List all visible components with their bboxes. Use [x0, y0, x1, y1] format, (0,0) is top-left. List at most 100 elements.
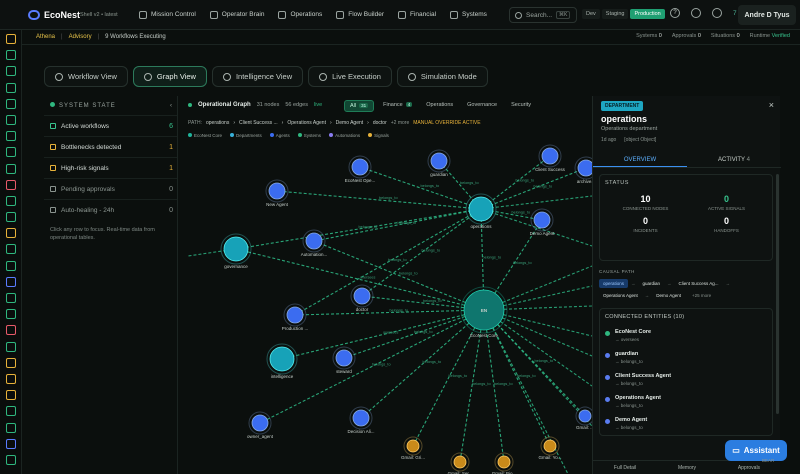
close-icon[interactable]: × [769, 100, 774, 110]
approvals-link[interactable]: Approvals [738, 465, 760, 471]
user-menu[interactable]: Andre D Tyus [738, 5, 796, 25]
rail-icon[interactable] [5, 438, 16, 449]
collapse-icon[interactable]: ‹ [170, 103, 173, 109]
filter-security[interactable]: Security [506, 100, 536, 112]
connected-entity[interactable]: guardian → belongs_to [605, 351, 767, 364]
tab-live-execution[interactable]: Live Execution [308, 66, 392, 87]
rail-icon[interactable] [5, 390, 16, 401]
graph-node-decision[interactable]: Decision Ali... [347, 406, 375, 434]
path-step[interactable]: Client Success ... [239, 120, 278, 126]
scrollbar[interactable] [776, 174, 779, 414]
system-state-row[interactable]: Pending approvals 0 [44, 178, 177, 199]
graph-node-owner[interactable]: owner_agent [247, 411, 274, 439]
graph-node-core[interactable]: EN EcoNest Core [460, 286, 508, 338]
rail-icon[interactable] [5, 98, 16, 109]
rail-icon[interactable] [5, 293, 16, 303]
graph-node-gmail4[interactable]: Gmail: Yo... [538, 436, 562, 460]
rail-icon[interactable] [5, 454, 16, 465]
filter-governance[interactable]: Governance [462, 100, 502, 112]
rail-icon[interactable] [5, 357, 16, 368]
tab-activity[interactable]: ACTIVITY 4 [687, 152, 781, 167]
graph-node-steward[interactable]: steward [332, 346, 356, 374]
search-box[interactable]: Search... ⌘K [509, 7, 577, 23]
graph-node-doctor[interactable]: doctor [350, 284, 374, 312]
theme-icon[interactable] [691, 8, 701, 18]
graph-node-production[interactable]: Production ... [282, 303, 309, 331]
rail-icon[interactable] [5, 422, 16, 433]
rail-icon[interactable] [5, 34, 16, 44]
graph-node-gmail3[interactable]: Gmail: Bio... [492, 452, 517, 474]
rail-icon[interactable] [5, 341, 16, 352]
rail-icon[interactable] [5, 260, 16, 271]
causal-chip[interactable]: Operations Agent [599, 291, 642, 300]
filter-operations[interactable]: Operations [421, 100, 458, 112]
graph-node-gmail2[interactable]: Gmail: Ser... [448, 452, 473, 474]
causal-chip[interactable]: Client Success Ag... [675, 279, 723, 288]
nav-item-operator-brain[interactable]: Operator Brain [203, 5, 272, 25]
bell-icon[interactable] [712, 8, 722, 18]
system-state-row[interactable]: Active workflows 6 [44, 115, 177, 136]
rail-icon[interactable] [5, 309, 16, 320]
system-state-row[interactable]: Auto-healing - 24h 0 [44, 199, 177, 220]
connected-entity[interactable]: Client Success Agent → belongs_to [605, 373, 767, 386]
tab-overview[interactable]: OVERVIEW [593, 152, 687, 167]
rail-icon[interactable] [5, 82, 16, 93]
tab-intelligence-view[interactable]: Intelligence View [211, 66, 304, 87]
rail-icon[interactable] [5, 325, 16, 336]
rail-icon[interactable] [5, 406, 16, 417]
graph-node-demo[interactable]: Demo Agent [530, 208, 556, 236]
connected-entity[interactable]: Operations Agent → belongs_to [605, 395, 767, 408]
nav-item-operations[interactable]: Operations [271, 5, 329, 25]
rail-icon[interactable] [5, 147, 16, 158]
graph-node-ecorest[interactable]: EcoNest Ope... [345, 155, 376, 183]
tab-graph-view[interactable]: Graph View [132, 66, 207, 87]
causal-chip[interactable]: guardian [639, 279, 665, 288]
graph-node-guardian[interactable]: guardian [427, 149, 451, 177]
graph-node-new_agent[interactable]: New Agent [265, 179, 289, 207]
env-dev[interactable]: Dev [582, 9, 600, 19]
filter-all[interactable]: All 31 [344, 100, 375, 112]
path-step[interactable]: Demo Agent [336, 120, 364, 126]
system-state-row[interactable]: High-risk signals 1 [44, 157, 177, 178]
filter-finance[interactable]: Finance 4 [378, 100, 417, 112]
nav-item-mission-control[interactable]: Mission Control [132, 5, 203, 25]
rail-icon[interactable] [5, 276, 16, 287]
graph-canvas[interactable]: belongs_tobelongs_tobelongs_tobelongs_to… [178, 96, 592, 474]
graph-node-gmail5[interactable]: Gmail: ... [575, 406, 592, 430]
tab-workflow-view[interactable]: Workflow View [44, 66, 128, 87]
graph-node-client_success[interactable]: Client Success [535, 144, 566, 172]
rail-icon[interactable] [5, 179, 16, 190]
help-icon[interactable]: ? [670, 8, 680, 18]
system-state-row[interactable]: Bottlenecks detected 1 [44, 136, 177, 157]
rail-icon[interactable] [5, 50, 16, 61]
causal-chip[interactable]: +25 more [688, 291, 715, 300]
app-logo[interactable]: EcoNest [0, 9, 80, 20]
rail-icon[interactable] [5, 114, 16, 125]
connected-entity[interactable]: Demo Agent → belongs_to [605, 417, 767, 430]
rail-icon[interactable] [5, 244, 16, 255]
path-step[interactable]: operations [206, 120, 229, 126]
rail-icon[interactable] [5, 66, 16, 77]
rail-icon[interactable] [5, 131, 16, 142]
nav-item-systems[interactable]: Systems [443, 5, 494, 25]
path-step[interactable]: Operations Agent [287, 120, 326, 126]
causal-chip[interactable]: operations [599, 279, 629, 288]
nav-item-flow-builder[interactable]: Flow Builder [329, 5, 391, 25]
memory-link[interactable]: Memory [678, 465, 696, 471]
full-detail-link[interactable]: Full Detail [614, 465, 636, 471]
graph-node-gmail1[interactable]: Gmail: Gri... [401, 436, 425, 460]
env-staging[interactable]: Staging [601, 9, 629, 19]
rail-icon[interactable] [5, 195, 16, 206]
rail-icon[interactable] [5, 212, 16, 223]
graph-node-operations[interactable]: operations [465, 193, 497, 229]
tab-simulation-mode[interactable]: Simulation Mode [396, 66, 488, 87]
path-step[interactable]: doctor [373, 120, 387, 126]
graph-node-intelligence[interactable]: intelligence [266, 343, 298, 379]
graph-node-automation[interactable]: Automation... [301, 229, 328, 257]
causal-chip[interactable]: Demo Agent [652, 291, 685, 300]
nav-item-financial[interactable]: Financial [391, 5, 443, 25]
rail-icon[interactable] [5, 373, 16, 384]
connected-entity[interactable]: EcoNest Core → oversees [605, 329, 767, 342]
assistant-button[interactable]: ▭ Assistant [725, 440, 787, 461]
rail-icon[interactable] [5, 163, 16, 174]
